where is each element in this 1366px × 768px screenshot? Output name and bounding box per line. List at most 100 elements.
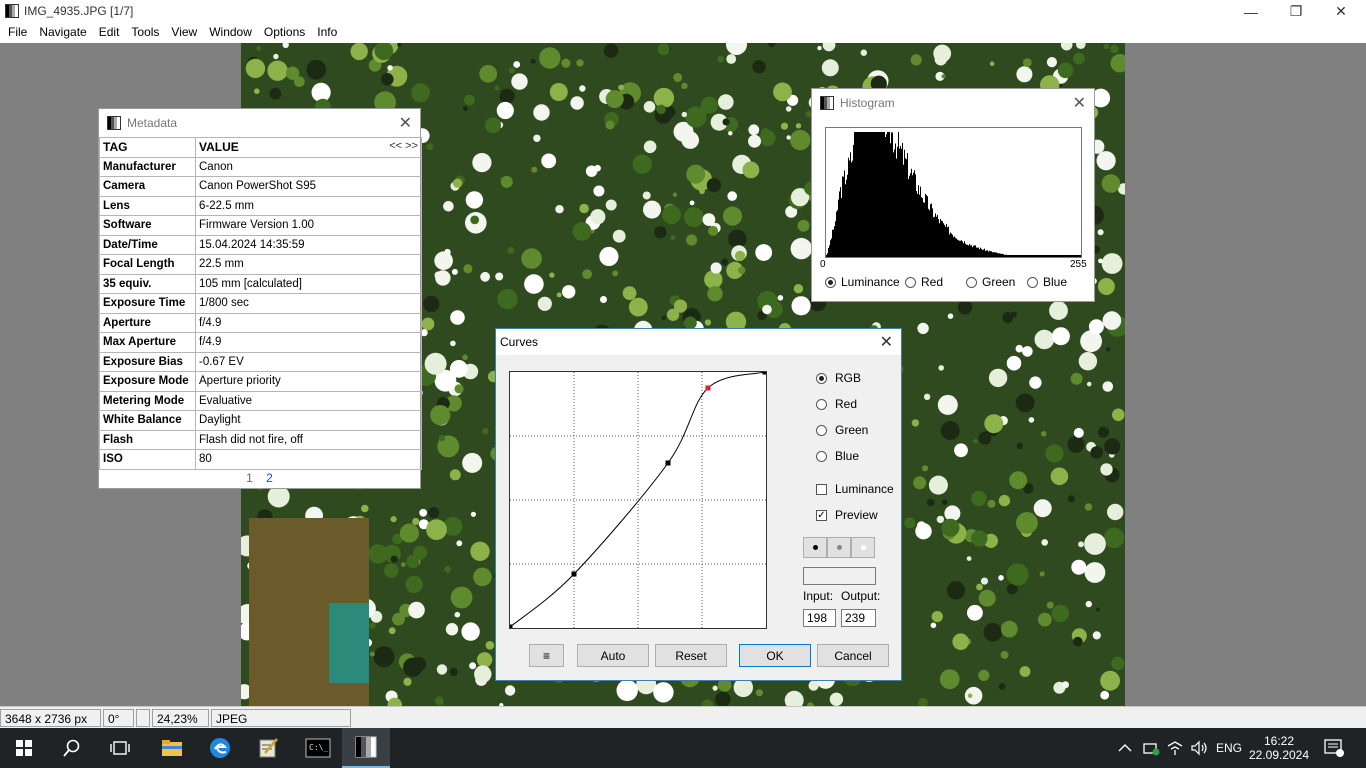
menu-navigate[interactable]: Navigate (33, 23, 92, 43)
radio-blue[interactable]: Blue (1027, 275, 1067, 289)
curves-close-icon[interactable]: ✕ (880, 332, 893, 352)
minimize-button[interactable]: — (1228, 0, 1274, 23)
photo-blossom-dot (423, 295, 440, 313)
volume-tray-button[interactable] (1190, 728, 1208, 768)
radio-icon[interactable] (966, 276, 977, 288)
close-button[interactable]: ✕ (1318, 0, 1364, 23)
curve-editor[interactable] (507, 369, 768, 630)
output-field[interactable]: 239 (841, 609, 876, 627)
radio-icon[interactable] (816, 450, 827, 462)
radio-icon[interactable] (1027, 276, 1038, 288)
preview-checkbox[interactable]: ✓ Preview (816, 508, 878, 522)
value-cell: Daylight (195, 410, 422, 431)
curve-point-active[interactable] (705, 385, 711, 391)
value-cell: 105 mm [calculated] (195, 273, 422, 294)
dot-icon (860, 545, 866, 550)
photo-blossom-dot (983, 623, 1003, 642)
photo-blossom-dot (657, 43, 670, 56)
file-explorer-button[interactable] (148, 728, 196, 768)
radio-green[interactable]: Green (966, 275, 1015, 289)
photo-blossom-dot (1090, 446, 1103, 459)
curve-point[interactable] (762, 369, 768, 375)
point-tool-black-button[interactable] (803, 537, 827, 558)
value-cell: f/4.9 (195, 312, 422, 333)
show-hidden-icons-button[interactable] (1118, 728, 1132, 768)
photo-blossom-dot (738, 266, 746, 274)
curve-graph[interactable] (507, 369, 768, 630)
auto-button[interactable]: Auto (577, 644, 649, 667)
network-tray-button[interactable] (1166, 728, 1184, 768)
curves-radio-red[interactable]: Red (816, 397, 857, 411)
histogram-close-icon[interactable]: ✕ (1073, 93, 1086, 113)
photo-blossom-dot (700, 96, 718, 114)
curves-menu-button[interactable]: ≡ (529, 644, 564, 667)
photo-blossom-dot (438, 434, 445, 442)
photo-blossom-dot (419, 508, 428, 517)
notepad-button[interactable] (244, 728, 292, 768)
menu-file[interactable]: File (2, 23, 33, 43)
point-tool-white-button[interactable] (851, 537, 875, 558)
photo-window (329, 603, 369, 683)
restore-button[interactable]: ❐ (1273, 0, 1319, 23)
page-1-link[interactable]: 1 (241, 471, 258, 485)
photo-blossom-dot (267, 60, 288, 81)
check-icon[interactable]: ✓ (816, 509, 827, 521)
radio-icon[interactable] (816, 424, 827, 436)
menu-tools[interactable]: Tools (125, 23, 165, 43)
menu-view[interactable]: View (165, 23, 203, 43)
start-button[interactable] (0, 728, 48, 768)
menu-edit[interactable]: Edit (93, 23, 126, 43)
photo-blossom-dot (256, 45, 262, 51)
cancel-button[interactable]: Cancel (817, 644, 889, 667)
value-cell: Canon PowerShot S95 (195, 176, 422, 197)
point-tool-gray-button[interactable] (827, 537, 851, 558)
terminal-button[interactable]: C:\_ (294, 728, 342, 768)
app-icon (5, 4, 19, 18)
edge-button[interactable] (196, 728, 244, 768)
clock[interactable]: 16:22 22.09.2024 (1249, 728, 1309, 768)
radio-icon[interactable] (816, 372, 827, 384)
search-button[interactable] (48, 728, 96, 768)
panel-icon (107, 116, 121, 130)
input-field[interactable]: 198 (803, 609, 836, 627)
menu-window[interactable]: Window (203, 23, 258, 43)
radio-icon[interactable] (905, 276, 916, 288)
curves-radio-green[interactable]: Green (816, 423, 868, 437)
photo-blossom-dot (702, 213, 716, 227)
photo-blossom-dot (511, 73, 528, 90)
task-view-button[interactable] (96, 728, 144, 768)
image-viewer-taskbar-button[interactable] (342, 728, 390, 768)
curve-point[interactable] (571, 571, 577, 577)
luminance-checkbox[interactable]: Luminance (816, 482, 894, 496)
photo-blossom-dot (1101, 253, 1123, 274)
curves-radio-blue[interactable]: Blue (816, 449, 859, 463)
metadata-nav-arrows[interactable]: << >> (389, 140, 418, 152)
page-2-link[interactable]: 2 (261, 471, 278, 485)
radio-red[interactable]: Red (905, 275, 943, 289)
tag-cell: Lens (99, 195, 196, 216)
photo-blossom-dot (911, 419, 920, 427)
photo-blossom-dot (403, 677, 412, 686)
checkbox-icon[interactable] (816, 483, 827, 495)
photo-blossom-dot (269, 87, 282, 100)
photo-blossom-dot (479, 64, 498, 83)
histogram-min-label: 0 (820, 259, 826, 270)
reset-button[interactable]: Reset (655, 644, 727, 667)
ok-button[interactable]: OK (739, 644, 811, 667)
notification-button[interactable] (1324, 728, 1344, 768)
metadata-close-icon[interactable]: ✕ (399, 113, 412, 133)
radio-luminance[interactable]: Luminance (825, 275, 900, 289)
language-indicator[interactable]: ENG (1216, 728, 1242, 768)
menu-options[interactable]: Options (258, 23, 311, 43)
menu-info[interactable]: Info (311, 23, 343, 43)
photo-blossom-dot (1103, 527, 1125, 548)
photo-blossom-dot (1050, 467, 1069, 486)
curve-point[interactable] (665, 460, 671, 466)
radio-icon[interactable] (816, 398, 827, 410)
radio-icon[interactable] (825, 276, 836, 288)
curve-point[interactable] (507, 624, 513, 630)
curves-radio-rgb[interactable]: RGB (816, 371, 861, 385)
device-tray-button[interactable] (1142, 728, 1160, 768)
photo-blossom-dot (562, 285, 576, 299)
table-row: Lens 6-22.5 mm (99, 195, 422, 216)
